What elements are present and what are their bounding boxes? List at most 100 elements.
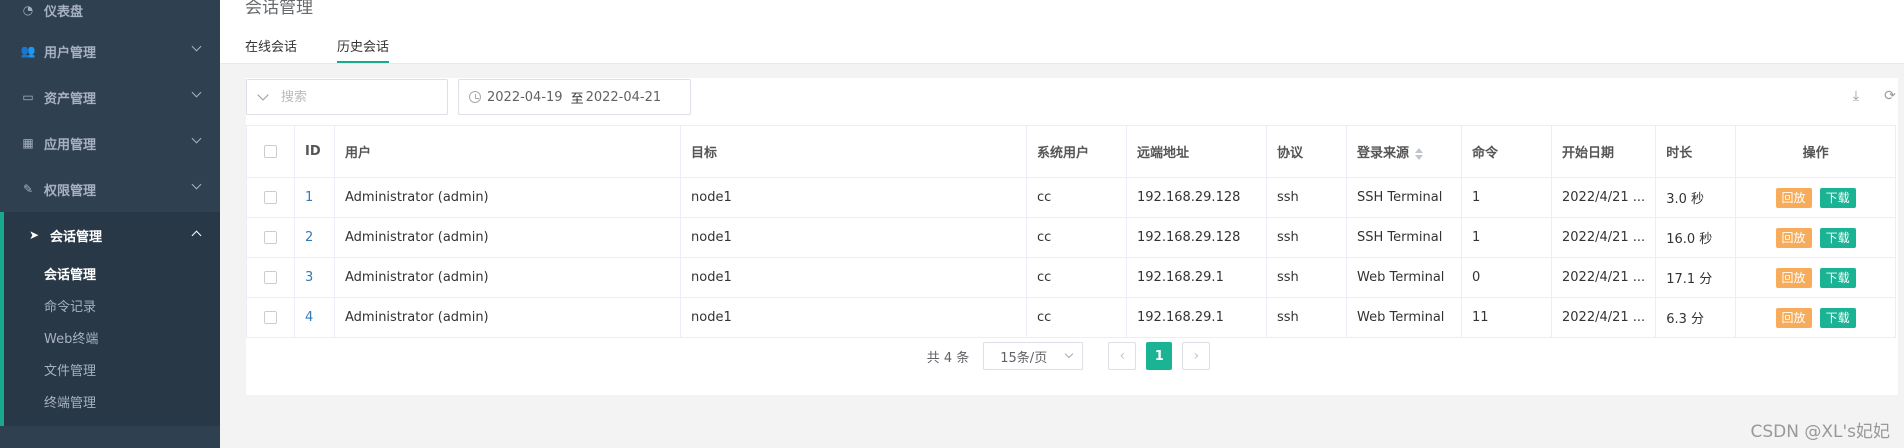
- session-id-link[interactable]: 4: [305, 310, 313, 325]
- cell-target: node1: [680, 257, 1027, 298]
- row-select-cell[interactable]: [246, 217, 295, 258]
- cell-system-user: cc: [1026, 257, 1127, 298]
- replay-button[interactable]: 回放: [1775, 267, 1812, 288]
- download-button[interactable]: 下载: [1819, 267, 1856, 288]
- sidebar-item-applications[interactable]: ▦ 应用管理: [0, 120, 220, 166]
- page-title: 会话管理: [245, 0, 313, 18]
- download-button[interactable]: 下载: [1819, 307, 1856, 328]
- tab-online-sessions[interactable]: 在线会话: [245, 36, 297, 63]
- next-page-button[interactable]: ›: [1182, 342, 1211, 370]
- sidebar-item-users[interactable]: 👥 用户管理: [0, 28, 220, 74]
- column-header-actions: 操作: [1735, 125, 1896, 178]
- cell-duration: 17.1 分: [1655, 257, 1737, 298]
- page-number-current[interactable]: 1: [1146, 342, 1173, 370]
- cell-start-date: 2022/4/21 ...: [1550, 217, 1657, 258]
- page-size-select[interactable]: 15条/页: [983, 342, 1084, 370]
- cell-user: Administrator (admin): [334, 217, 681, 258]
- sidebar-item-label: 应用管理: [44, 137, 97, 153]
- column-header-protocol: 协议: [1266, 125, 1347, 178]
- session-id-link[interactable]: 1: [305, 190, 313, 205]
- date-to[interactable]: 2022-04-21: [586, 90, 662, 105]
- replay-button[interactable]: 回放: [1775, 307, 1812, 328]
- replay-button[interactable]: 回放: [1775, 187, 1812, 208]
- header-select-all[interactable]: [246, 125, 295, 178]
- cell-start-date: 2022/4/21 ...: [1550, 177, 1657, 218]
- cell-actions: 回放 下载: [1735, 257, 1896, 298]
- cell-id[interactable]: 4: [294, 297, 335, 338]
- chevron-down-icon: [191, 41, 202, 52]
- session-table: ID 用户 目标 系统用户 远端地址 协议 登录来源 命令 开始日期 时长 操作…: [246, 125, 1896, 338]
- download-icon[interactable]: ⤓: [1848, 88, 1864, 104]
- dashboard-icon: ◔: [22, 3, 34, 17]
- column-header-label: 登录来源: [1357, 146, 1410, 161]
- table-row: 3 Administrator (admin) node1 cc 192.168…: [246, 257, 1896, 298]
- cell-remote-address: 192.168.29.128: [1126, 177, 1267, 218]
- cell-user: Administrator (admin): [334, 177, 681, 218]
- search-box[interactable]: [246, 79, 448, 115]
- sidebar: ◔ 仪表盘 👥 用户管理 ▭ 资产管理 ▦ 应用管理 ✎ 权限管理 ➤ 会话管理…: [0, 0, 220, 448]
- cell-commands: 11: [1461, 297, 1552, 338]
- cell-id[interactable]: 2: [294, 217, 335, 258]
- download-button[interactable]: 下载: [1819, 227, 1856, 248]
- row-select-cell[interactable]: [246, 257, 295, 298]
- select-all-checkbox[interactable]: [264, 145, 277, 158]
- submenu-item-terminal-mgmt[interactable]: 终端管理: [4, 388, 220, 420]
- row-checkbox[interactable]: [264, 191, 277, 204]
- column-header-system-user: 系统用户: [1026, 125, 1127, 178]
- date-from[interactable]: 2022-04-19: [487, 90, 563, 105]
- chevron-down-icon[interactable]: [257, 89, 269, 101]
- edit-icon: ✎: [22, 182, 34, 196]
- cell-id[interactable]: 3: [294, 257, 335, 298]
- sidebar-item-sessions[interactable]: ➤ 会话管理: [0, 212, 220, 258]
- row-checkbox[interactable]: [264, 311, 277, 324]
- column-header-login-source[interactable]: 登录来源: [1346, 125, 1462, 178]
- cell-login-source: Web Terminal: [1346, 297, 1462, 338]
- table-tools: ⤓ ⟳: [1830, 88, 1898, 104]
- submenu-item-session-mgmt[interactable]: 会话管理: [4, 260, 220, 292]
- cell-duration: 3.0 秒: [1655, 177, 1737, 218]
- chevron-down-icon: [191, 179, 202, 190]
- sidebar-item-permissions[interactable]: ✎ 权限管理: [0, 166, 220, 212]
- sidebar-item-assets[interactable]: ▭ 资产管理: [0, 74, 220, 120]
- cell-login-source: SSH Terminal: [1346, 177, 1462, 218]
- submenu-item-web-terminal[interactable]: Web终端: [4, 324, 220, 356]
- cell-target: node1: [680, 217, 1027, 258]
- row-checkbox[interactable]: [264, 271, 277, 284]
- prev-page-button[interactable]: ‹: [1108, 342, 1137, 370]
- date-separator: 至: [570, 91, 584, 107]
- submenu-item-file-mgmt[interactable]: 文件管理: [4, 356, 220, 388]
- column-header-user: 用户: [334, 125, 681, 178]
- cell-user: Administrator (admin): [334, 257, 681, 298]
- session-id-link[interactable]: 3: [305, 270, 313, 285]
- session-id-link[interactable]: 2: [305, 230, 313, 245]
- date-range-picker[interactable]: 2022-04-19 至 2022-04-21: [458, 79, 691, 115]
- tab-bar: 在线会话 历史会话: [245, 36, 429, 63]
- row-select-cell[interactable]: [246, 177, 295, 218]
- page-size-value: 15条/页: [1000, 350, 1048, 366]
- grid-icon: ▦: [22, 136, 34, 150]
- sort-icon[interactable]: [1415, 147, 1424, 160]
- row-checkbox[interactable]: [264, 231, 277, 244]
- watermark: CSDN @XL's妃妃: [1750, 422, 1890, 442]
- replay-button[interactable]: 回放: [1775, 227, 1812, 248]
- search-input[interactable]: [281, 89, 431, 105]
- page-header: 会话管理 在线会话 历史会话: [220, 0, 1904, 64]
- download-button[interactable]: 下载: [1819, 187, 1856, 208]
- column-header-id: ID: [294, 125, 335, 178]
- row-select-cell[interactable]: [246, 297, 295, 338]
- cell-system-user: cc: [1026, 177, 1127, 218]
- users-icon: 👥: [20, 44, 36, 58]
- cell-remote-address: 192.168.29.128: [1126, 217, 1267, 258]
- refresh-icon[interactable]: ⟳: [1882, 88, 1898, 104]
- sidebar-item-dashboard[interactable]: ◔ 仪表盘: [0, 0, 220, 28]
- cell-actions: 回放 下载: [1735, 217, 1896, 258]
- cell-user: Administrator (admin): [334, 297, 681, 338]
- cell-start-date: 2022/4/21 ...: [1550, 257, 1657, 298]
- tab-history-sessions[interactable]: 历史会话: [337, 36, 390, 63]
- submenu-item-command-records[interactable]: 命令记录: [4, 292, 220, 324]
- cell-system-user: cc: [1026, 217, 1127, 258]
- cell-commands: 0: [1461, 257, 1552, 298]
- cell-id[interactable]: 1: [294, 177, 335, 218]
- sidebar-item-label: 用户管理: [44, 45, 97, 61]
- table-header-row: ID 用户 目标 系统用户 远端地址 协议 登录来源 命令 开始日期 时长 操作: [246, 125, 1896, 178]
